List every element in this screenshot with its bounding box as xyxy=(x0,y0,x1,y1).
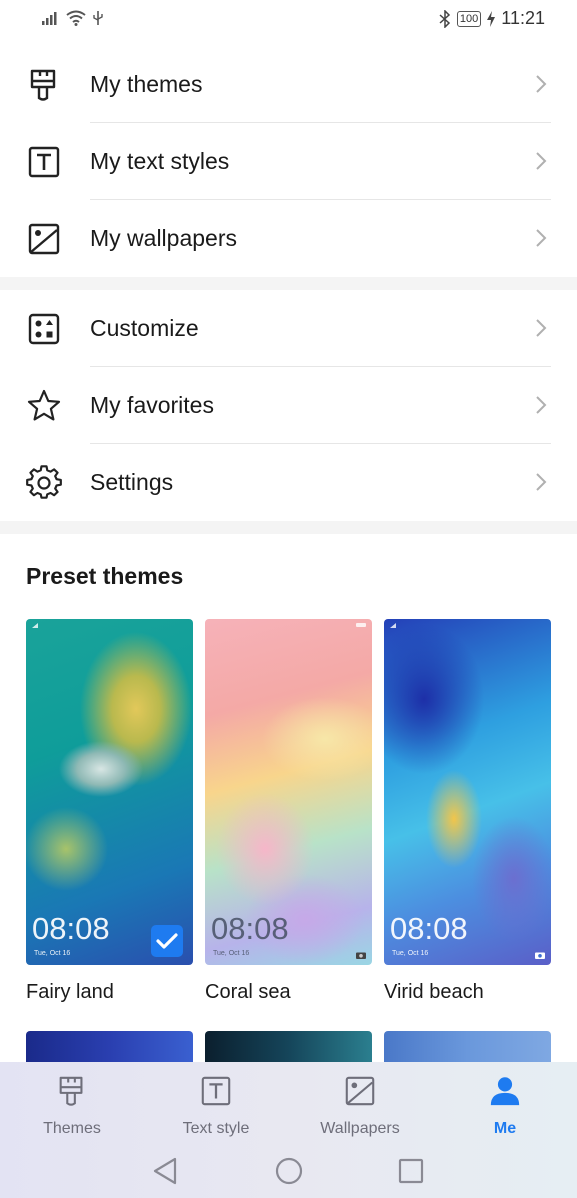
status-left xyxy=(42,10,104,26)
gear-icon xyxy=(26,465,62,499)
customize-icon xyxy=(28,313,60,345)
status-right: 100 11:21 xyxy=(439,8,545,29)
recents-icon[interactable] xyxy=(398,1156,424,1186)
bluetooth-icon xyxy=(439,9,451,28)
tab-label: Wallpapers xyxy=(320,1120,400,1137)
chevron-right-icon xyxy=(536,473,547,491)
preview-date: Tue, Oct 16 xyxy=(34,950,71,957)
tab-wallpapers[interactable]: Wallpapers xyxy=(300,1074,420,1138)
preview-date: Tue, Oct 16 xyxy=(392,950,429,957)
menu-label: My text styles xyxy=(90,148,230,174)
star-icon xyxy=(27,389,61,421)
checkmark-icon xyxy=(156,933,178,949)
battery-mini-icon xyxy=(356,623,366,627)
brush-icon xyxy=(30,69,56,101)
theme-name: Virid beach xyxy=(384,981,484,1003)
menu-label: Customize xyxy=(90,315,199,341)
tab-themes[interactable]: Themes xyxy=(12,1074,132,1138)
bottom-navigation: Themes Text style Wallpapers Me xyxy=(0,1062,577,1198)
wallpaper-icon xyxy=(28,223,60,255)
usb-icon xyxy=(93,11,103,25)
section-separator xyxy=(0,277,577,290)
menu-item-customize[interactable]: Customize xyxy=(0,290,577,367)
section-title-preset-themes: Preset themes xyxy=(26,563,184,589)
camera-icon xyxy=(356,952,366,959)
theme-name: Fairy land xyxy=(26,981,114,1003)
signal-icon xyxy=(32,623,38,628)
home-icon[interactable] xyxy=(274,1156,304,1186)
back-icon[interactable] xyxy=(152,1156,178,1186)
wifi-icon xyxy=(66,10,86,26)
preview-clock: 08:08 xyxy=(32,911,110,946)
menu-item-settings[interactable]: Settings xyxy=(0,444,577,521)
menu-label: Settings xyxy=(90,469,174,495)
menu-item-my-favorites[interactable]: My favorites xyxy=(0,367,577,444)
person-icon xyxy=(490,1077,520,1106)
menu-group-tools: Customize My favorites Settings xyxy=(0,290,577,521)
menu-label: My favorites xyxy=(90,392,214,418)
clock-time: 11:21 xyxy=(501,8,545,28)
tab-me[interactable]: Me xyxy=(445,1074,565,1138)
tab-label: Me xyxy=(493,1120,517,1137)
preview-clock: 08:08 xyxy=(390,911,468,946)
theme-card-coral-sea[interactable]: 08:08 Tue, Oct 16 xyxy=(205,619,372,965)
menu-group-mine: My themes My text styles My wallpapers xyxy=(0,46,577,277)
chevron-right-icon xyxy=(536,319,547,337)
chevron-right-icon xyxy=(536,396,547,414)
menu-item-my-wallpapers[interactable]: My wallpapers xyxy=(0,200,577,277)
menu-label: My wallpapers xyxy=(90,225,237,251)
theme-card-virid-beach[interactable]: 08:08 Tue, Oct 16 xyxy=(384,619,551,965)
chevron-right-icon xyxy=(536,75,547,93)
camera-icon xyxy=(535,952,545,959)
signal-icon xyxy=(42,12,57,25)
menu-label: My themes xyxy=(90,71,203,97)
tab-label: Themes xyxy=(43,1120,101,1137)
section-separator xyxy=(0,521,577,534)
selected-check-badge xyxy=(151,925,183,957)
chevron-right-icon xyxy=(536,152,547,170)
charging-icon xyxy=(487,10,496,27)
theme-name: Coral sea xyxy=(205,981,291,1003)
signal-icon xyxy=(390,623,396,628)
preview-clock: 08:08 xyxy=(211,911,289,946)
theme-card-fairy-land[interactable]: 08:08 Tue, Oct 16 xyxy=(26,619,193,965)
wallpaper-icon xyxy=(345,1076,375,1106)
preview-date: Tue, Oct 16 xyxy=(213,950,250,957)
text-style-icon xyxy=(28,146,60,178)
status-bar: 100 11:21 xyxy=(0,0,577,40)
tab-label: Text style xyxy=(182,1120,250,1137)
chevron-right-icon xyxy=(536,229,547,247)
text-style-icon xyxy=(201,1076,231,1106)
tab-text-style[interactable]: Text style xyxy=(156,1074,276,1138)
battery-level: 100 xyxy=(456,10,482,27)
brush-icon xyxy=(59,1076,83,1106)
menu-item-my-text-styles[interactable]: My text styles xyxy=(0,123,577,200)
menu-item-my-themes[interactable]: My themes xyxy=(0,46,577,123)
